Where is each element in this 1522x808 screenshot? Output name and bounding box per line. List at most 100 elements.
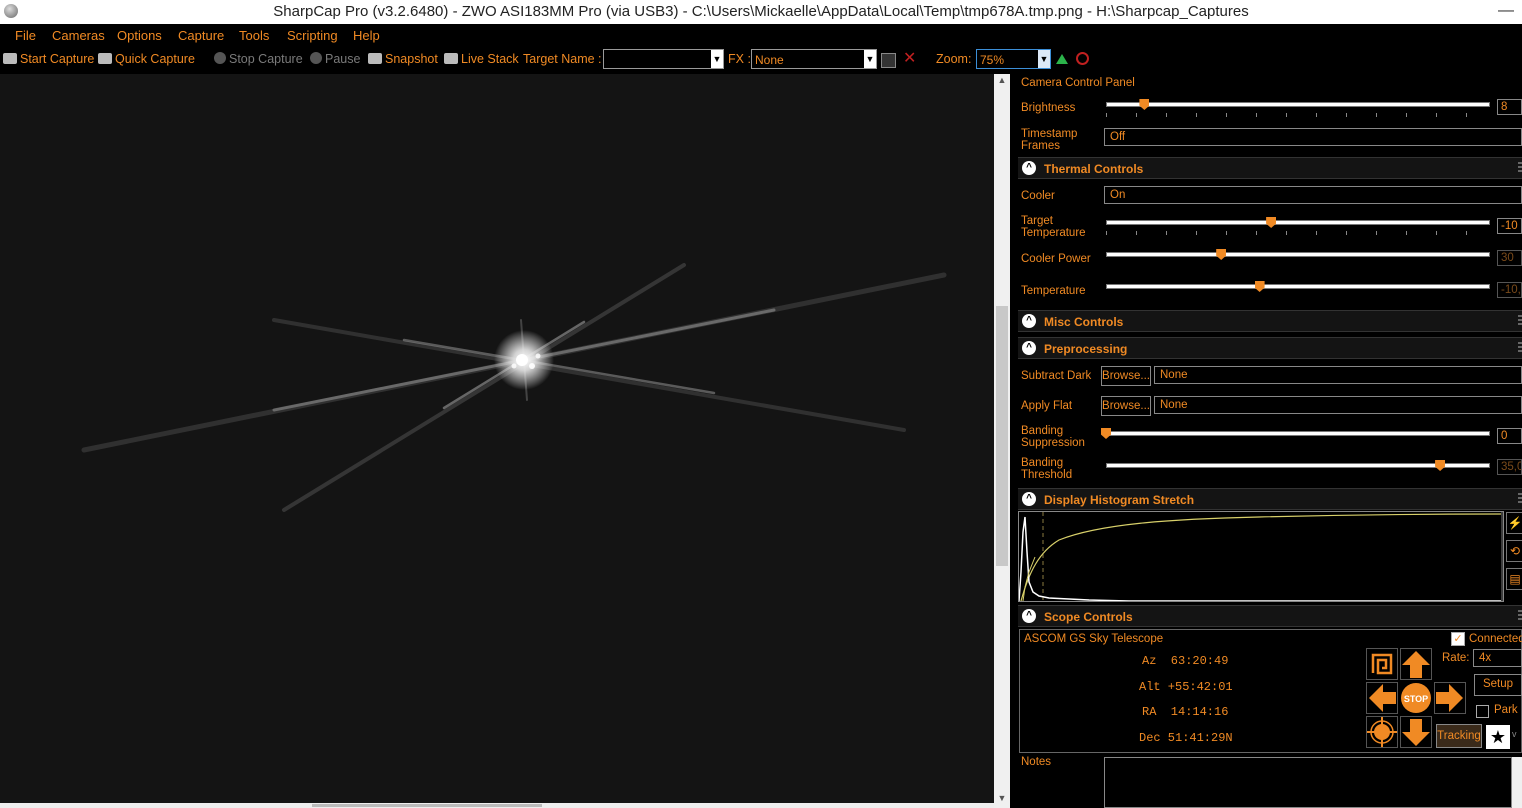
zoom-select[interactable]: 75% ▼ xyxy=(976,49,1051,69)
image-viewer[interactable] xyxy=(0,74,994,808)
arrow-left-icon[interactable] xyxy=(1366,682,1398,714)
brightness-label: Brightness xyxy=(1021,102,1076,114)
thermal-controls-header[interactable]: ^ Thermal Controls xyxy=(1018,157,1522,179)
subtract-dark-select[interactable]: None xyxy=(1154,366,1522,384)
collapse-icon[interactable]: ^ xyxy=(1022,161,1036,175)
menu-icon[interactable] xyxy=(1518,162,1522,172)
star-image xyxy=(81,263,947,512)
target-crosshair-icon[interactable] xyxy=(1366,716,1398,748)
fx-settings-icon[interactable] xyxy=(881,53,896,68)
snapshot-button[interactable]: Snapshot xyxy=(368,52,438,66)
target-temperature-value[interactable]: -10 xyxy=(1497,218,1522,234)
lightning-icon[interactable]: ⚡ xyxy=(1506,512,1522,534)
scope-controls-header[interactable]: ^ Scope Controls xyxy=(1018,605,1522,627)
preprocessing-header[interactable]: ^ Preprocessing xyxy=(1018,337,1522,359)
cooler-power-value: 30 xyxy=(1497,250,1522,266)
menu-capture[interactable]: Capture xyxy=(178,28,224,43)
menu-icon[interactable] xyxy=(1518,493,1522,503)
timestamp-frames-select[interactable]: Off xyxy=(1104,128,1522,146)
menu-icon[interactable] xyxy=(1518,342,1522,352)
misc-controls-header[interactable]: ^ Misc Controls xyxy=(1018,310,1522,332)
thermal-controls-title: Thermal Controls xyxy=(1044,162,1144,176)
park-checkbox[interactable] xyxy=(1476,705,1489,718)
menu-tools[interactable]: Tools xyxy=(239,28,269,43)
slider-thumb[interactable] xyxy=(1266,217,1277,228)
target-name-input[interactable]: ▼ xyxy=(603,49,724,69)
arrow-right-icon[interactable] xyxy=(1434,682,1466,714)
scroll-up-icon[interactable]: ▲ xyxy=(994,75,1010,89)
arrow-up-icon[interactable] xyxy=(1400,648,1432,680)
pause-button[interactable]: Pause xyxy=(310,52,360,66)
live-stack-button[interactable]: Live Stack xyxy=(444,52,519,66)
arrow-down-icon[interactable] xyxy=(1400,716,1432,748)
banding-suppression-slider[interactable] xyxy=(1101,428,1490,442)
title-bar: SharpCap Pro (v3.2.6480) - ZWO ASI183MM … xyxy=(0,0,1522,24)
rate-select[interactable]: 4x xyxy=(1473,649,1522,667)
preprocessing-title: Preprocessing xyxy=(1044,342,1128,356)
setup-button[interactable]: Setup xyxy=(1474,674,1522,696)
apply-flat-value: None xyxy=(1160,399,1188,411)
brightness-slider[interactable] xyxy=(1106,99,1490,117)
slider-thumb xyxy=(1216,249,1227,260)
apply-flat-select[interactable]: None xyxy=(1154,396,1522,414)
slider-thumb[interactable] xyxy=(1435,460,1446,471)
live-stack-icon xyxy=(444,53,458,64)
save-icon[interactable]: ▤ xyxy=(1506,568,1522,590)
scroll-thumb[interactable] xyxy=(996,306,1008,566)
menu-file[interactable]: File xyxy=(15,28,36,43)
notes-scrollbar[interactable] xyxy=(1512,757,1522,808)
slider-thumb[interactable] xyxy=(1139,99,1150,110)
collapse-icon[interactable]: ^ xyxy=(1022,341,1036,355)
scroll-thumb[interactable] xyxy=(312,804,542,807)
banding-threshold-slider[interactable] xyxy=(1106,460,1490,474)
zoom-magnifier-icon[interactable] xyxy=(1076,52,1089,65)
expand-icon[interactable]: ^ xyxy=(1022,314,1036,328)
fx-label: FX : xyxy=(728,52,751,66)
stop-button[interactable]: STOP xyxy=(1400,682,1432,714)
menu-cameras[interactable]: Cameras xyxy=(52,28,105,43)
collapse-icon[interactable]: ^ xyxy=(1022,609,1036,623)
menu-bar: File Cameras Options Capture Tools Scrip… xyxy=(0,24,1522,46)
chevron-down-icon[interactable]: ▼ xyxy=(864,50,876,68)
stop-capture-button[interactable]: Stop Capture xyxy=(214,52,303,66)
connected-checkbox[interactable]: ✓ xyxy=(1451,632,1465,646)
menu-options[interactable]: Options xyxy=(117,28,162,43)
fx-select[interactable]: None ▼ xyxy=(751,49,877,69)
subtract-dark-browse-button[interactable]: Browse... xyxy=(1101,366,1151,386)
scroll-down-icon[interactable]: ▼ xyxy=(994,793,1010,807)
target-temperature-slider[interactable] xyxy=(1106,217,1490,235)
spiral-search-icon[interactable] xyxy=(1366,648,1398,680)
scope-controls-title: Scope Controls xyxy=(1044,610,1133,624)
temperature-value: -10,0 xyxy=(1497,282,1522,298)
minimize-button[interactable]: — xyxy=(1498,2,1514,20)
menu-icon[interactable] xyxy=(1518,610,1522,620)
viewer-horizontal-scrollbar[interactable] xyxy=(0,803,994,808)
chevron-down-icon[interactable]: ▼ xyxy=(1038,50,1050,68)
pause-icon xyxy=(310,52,322,64)
tracking-button[interactable]: Tracking xyxy=(1436,724,1482,748)
apply-flat-browse-button[interactable]: Browse... xyxy=(1101,396,1151,416)
histogram-chart[interactable] xyxy=(1018,511,1504,602)
banding-threshold-value[interactable]: 35,0 xyxy=(1497,459,1522,475)
chevron-down-icon[interactable]: v xyxy=(1512,729,1517,739)
park-label: Park xyxy=(1494,704,1518,716)
histogram-graph xyxy=(1018,512,1503,602)
notes-textarea[interactable] xyxy=(1104,757,1512,808)
banding-suppression-value[interactable]: 0 xyxy=(1497,428,1522,444)
chevron-down-icon[interactable]: ▼ xyxy=(711,50,723,68)
star-icon[interactable]: ★ xyxy=(1486,725,1510,749)
viewer-vertical-scrollbar[interactable]: ▲ ▼ xyxy=(994,74,1010,808)
start-capture-button[interactable]: Start Capture xyxy=(3,52,94,66)
fx-clear-icon[interactable]: ✕ xyxy=(903,51,916,67)
cooler-power-slider xyxy=(1106,249,1490,263)
histogram-icon[interactable] xyxy=(1056,54,1068,64)
collapse-icon[interactable]: ^ xyxy=(1022,492,1036,506)
menu-scripting[interactable]: Scripting xyxy=(287,28,338,43)
cooler-select[interactable]: On xyxy=(1104,186,1522,204)
histogram-header[interactable]: ^ Display Histogram Stretch xyxy=(1018,488,1522,510)
brightness-value[interactable]: 8 xyxy=(1497,99,1522,115)
quick-capture-button[interactable]: Quick Capture xyxy=(98,52,195,66)
menu-help[interactable]: Help xyxy=(353,28,380,43)
reset-icon[interactable]: ⟲ xyxy=(1506,540,1522,562)
menu-icon[interactable] xyxy=(1518,315,1522,325)
